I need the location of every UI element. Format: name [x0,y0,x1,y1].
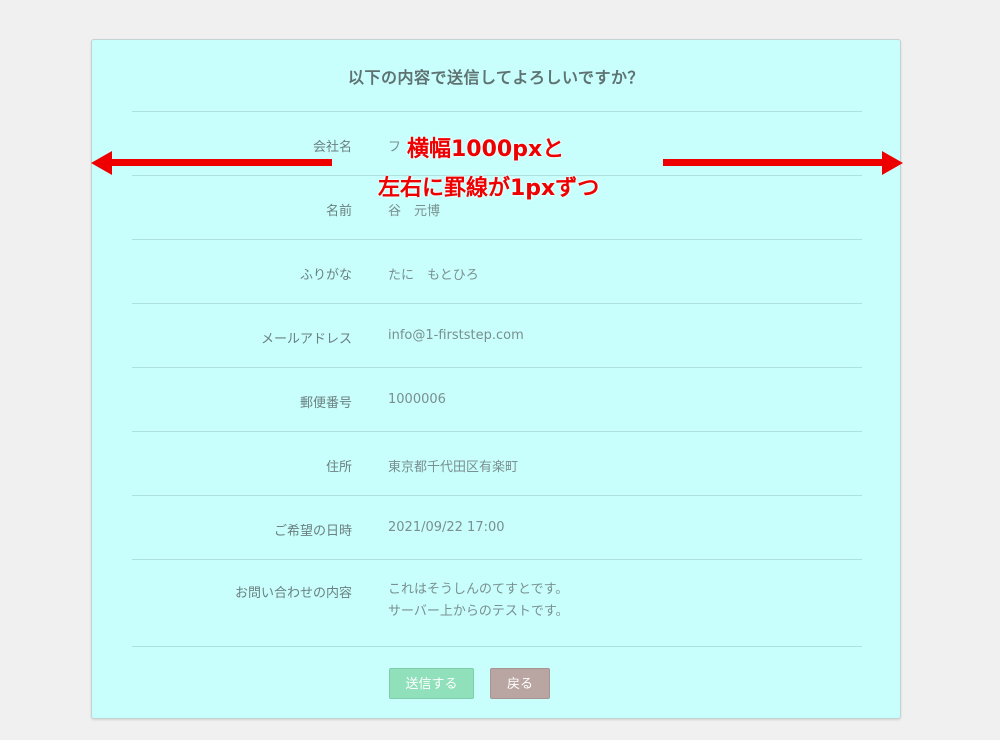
field-label: 名前 [325,204,352,219]
field-value: 谷 元博 [388,204,441,219]
arrow-left-shaft [108,159,332,166]
field-value: 2021/09/22 17:00 [388,520,505,535]
field-row-inquiry: お問い合わせの内容 これはそうしんのてすとです。 サーバー上からのテストです。 [132,559,862,647]
field-value: info@1-firststep.com [388,328,524,343]
field-label: ふりがな [299,268,352,283]
form-heading: 以下の内容で送信してよろしいですか？ [347,68,645,87]
field-row-address: 住所 東京都千代田区有楽町 [132,431,862,495]
field-label: 会社名 [312,140,352,155]
inquiry-line: これはそうしんのてすとです。 [388,582,569,597]
field-label: 住所 [325,460,352,475]
field-value: 東京都千代田区有楽町 [388,460,519,475]
back-button[interactable]: 戻る [490,668,550,699]
submit-button[interactable]: 送信する [389,668,474,699]
field-value: 1000006 [388,392,446,407]
field-label: メールアドレス [260,332,352,347]
field-row-postal-code: 郵便番号 1000006 [132,367,862,431]
field-label: 郵便番号 [299,396,352,411]
field-value: フ [388,140,402,155]
arrow-right-icon [882,151,903,175]
field-label: お問い合わせの内容 [234,586,352,601]
width-annotation-line2: 左右に罫線が1pxずつ [378,176,600,201]
width-annotation-line1: 横幅1000pxと [407,137,565,162]
inquiry-line: サーバー上からのテストです。 [388,604,569,619]
field-value: たに もとひろ [388,268,479,283]
arrow-right-shaft [663,159,885,166]
field-value: これはそうしんのてすとです。 サーバー上からのテストです。 [388,579,569,623]
field-label: ご希望の日時 [273,524,352,539]
field-row-preferred-datetime: ご希望の日時 2021/09/22 17:00 [132,495,862,559]
field-row-email: メールアドレス info@1-firststep.com [132,303,862,367]
field-row-furigana: ふりがな たに もとひろ [132,239,862,303]
